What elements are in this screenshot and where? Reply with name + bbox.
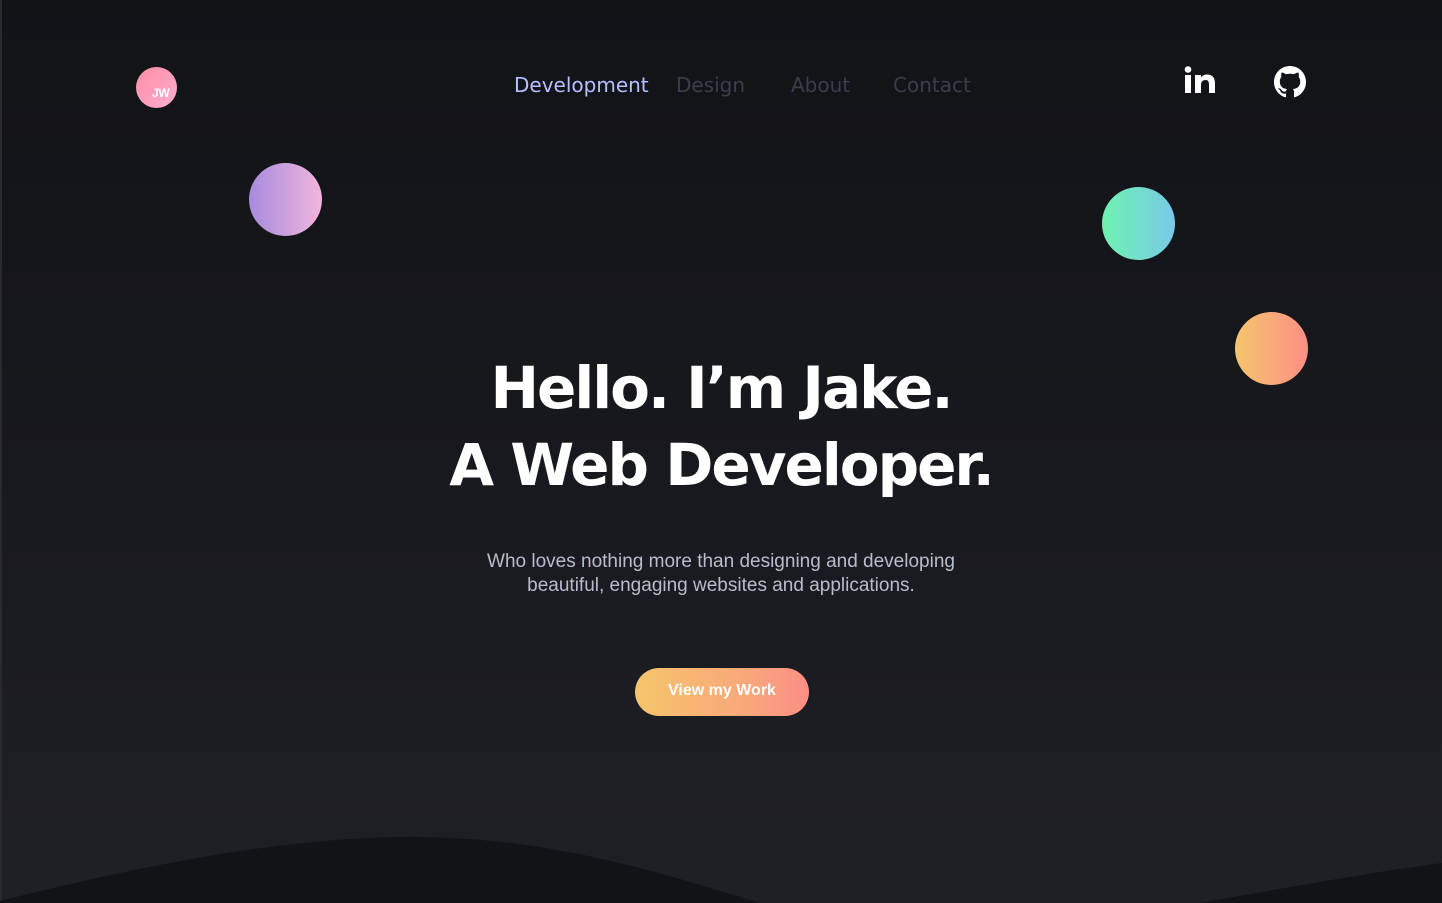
nav-item-design[interactable]: Design [676, 72, 745, 98]
hero-subtitle-line-1: Who loves nothing more than designing an… [487, 551, 955, 572]
nav-item-contact[interactable]: Contact [893, 72, 971, 98]
hero-subtitle: Who loves nothing more than designing an… [0, 550, 1442, 598]
nav-item-about[interactable]: About [791, 72, 850, 98]
hero-title: Hello. I’m Jake. A Web Developer. [0, 350, 1442, 504]
hero-title-line-1: Hello. I’m Jake. [490, 354, 953, 422]
github-icon[interactable] [1274, 66, 1306, 103]
nav-item-development[interactable]: Development [514, 72, 649, 98]
hero-title-line-2: A Web Developer. [449, 431, 995, 499]
decorative-orb-purple [249, 163, 322, 236]
linkedin-icon[interactable] [1184, 66, 1216, 99]
bottom-wave [0, 836, 1442, 903]
hero-subtitle-line-2: beautiful, engaging websites and applica… [527, 575, 915, 596]
view-my-work-button[interactable]: View my Work [635, 668, 809, 716]
decorative-orb-green [1102, 187, 1175, 260]
main-nav: Development Design About Contact [0, 72, 1442, 100]
